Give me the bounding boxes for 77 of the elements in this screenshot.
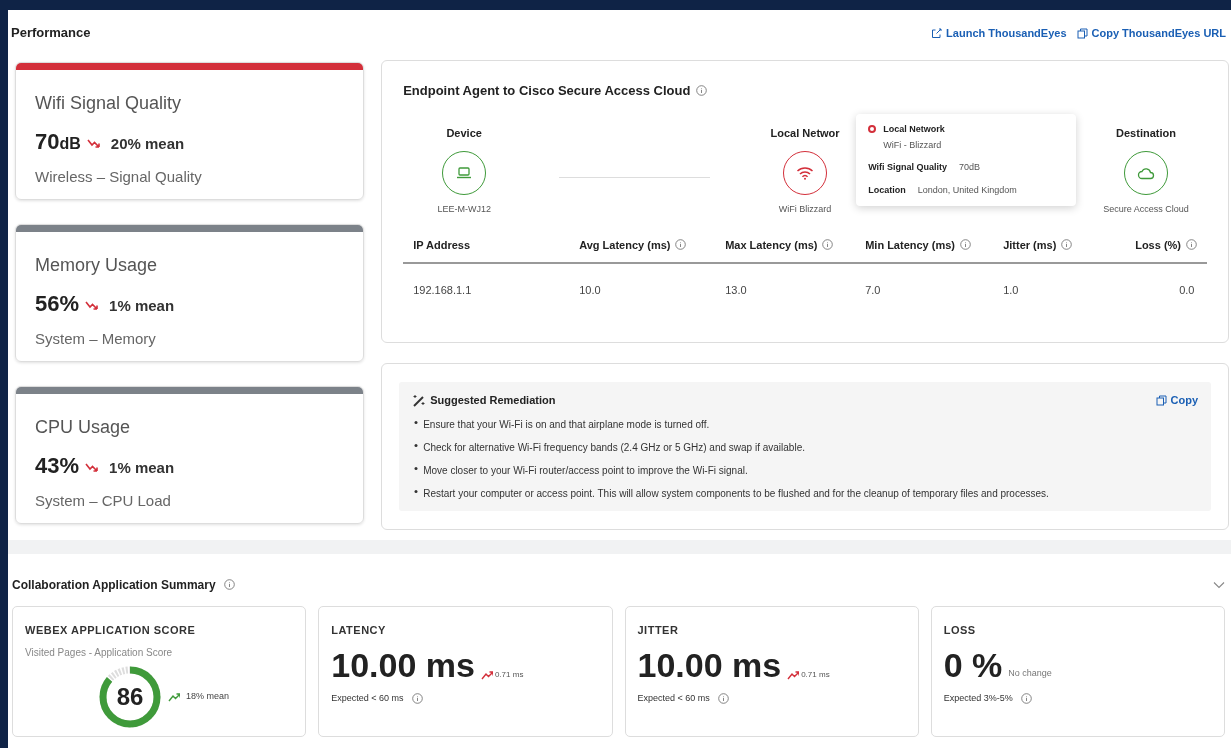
node-label: Device [446, 125, 482, 141]
copy-icon [1155, 394, 1167, 406]
link[interactable]: Copy ThousandEyes URL [1076, 24, 1226, 42]
score-gauge [98, 664, 162, 729]
trend-text: No change [1008, 667, 1052, 680]
table-cell: 10.0 [579, 284, 601, 296]
column-header: IP Address [413, 237, 470, 253]
trend-text: 18% mean [186, 689, 230, 703]
field-label: Location [868, 183, 906, 197]
expected-text: Expected < 60 ms [331, 691, 404, 705]
panel-title: Endpoint Agent to Cisco Secure Access Cloud [403, 82, 691, 100]
table-cell: 0.0 [1179, 284, 1195, 296]
trend-text: 0.71 ms [801, 668, 830, 681]
card-subtitle: System – CPU Load [35, 491, 172, 511]
node-caption: Secure Access Cloud [1103, 203, 1189, 216]
metric-value: 70dB [35, 128, 81, 156]
section-title: Collaboration Application Summary [12, 576, 216, 594]
column-header: Min Latency (ms) [865, 237, 955, 253]
column-header: Avg Latency (ms) [579, 237, 671, 253]
card-title: WEBEX APPLICATION SCORE [25, 623, 197, 638]
field-value: 70dB [959, 161, 981, 174]
remediation-item: Check for alternative Wi-Fi frequency bands (2.4 GHz or 5 GHz) and swap if available. [423, 440, 805, 455]
card-subtitle: System – Memory [35, 329, 157, 349]
link[interactable]: Launch ThousandEyes [931, 24, 1067, 42]
column-header: Loss (%) [1135, 237, 1181, 253]
field-label: Wifi Signal Quality [868, 161, 948, 174]
remediation-item: Ensure that your Wi-Fi is on and that airplane mode is turned off. [423, 417, 710, 432]
column-header: Jitter (ms) [1003, 237, 1057, 253]
metric-value: 10.00 ms [637, 647, 782, 682]
trend-text: 0.71 ms [494, 668, 524, 681]
tooltip-subtitle: WiFi - Blizzard [883, 138, 943, 152]
panel-title: Suggested Remediation [430, 393, 556, 408]
laptop-icon [456, 167, 473, 179]
score-value: 86 [116, 681, 144, 712]
expected-text: Expected < 60 ms [637, 691, 710, 705]
table-cell: 13.0 [725, 284, 747, 296]
cloud-icon [1137, 166, 1155, 180]
card-title: LATENCY [331, 623, 387, 638]
info-icon [411, 692, 423, 704]
card-subtitle: Visited Pages - Application Score [25, 645, 174, 660]
tooltip-title: Local Network [883, 123, 945, 136]
node-label: Local Networ [770, 125, 840, 141]
table-cell: 7.0 [865, 284, 881, 296]
metric-value: 56% [35, 290, 80, 318]
section-title: Performance [11, 24, 91, 43]
chevron-down-icon[interactable] [1213, 580, 1225, 589]
card-title: Wifi Signal Quality [35, 92, 183, 115]
info-icon [223, 579, 235, 590]
card-title: LOSS [943, 623, 977, 638]
remediation-item: Move closer to your Wi-Fi router/access point to improve the Wi-Fi signal. [423, 463, 748, 478]
magic-wand-icon [412, 393, 427, 407]
trend-text: 1% mean [109, 458, 175, 478]
copy-icon [1076, 27, 1088, 39]
field-value: London, United Kingdom [917, 183, 1017, 197]
card-title: Memory Usage [35, 254, 159, 277]
metric-value: 43% [35, 452, 80, 480]
metric-value: 10.00 ms [331, 647, 475, 682]
card-title: CPU Usage [35, 416, 132, 439]
info-icon [717, 692, 729, 704]
external-link-icon [931, 27, 943, 39]
node-caption: LEE-M-WJ12 [437, 203, 491, 216]
info-icon [1020, 692, 1032, 704]
metric-value: 0 % [943, 647, 1003, 682]
table-cell: 192.168.1.1 [413, 284, 472, 296]
trend-text: 20% mean [110, 134, 185, 154]
trend-text: 1% mean [109, 296, 175, 316]
node-caption: WiFi Blizzard [778, 203, 832, 216]
node-label: Destination [1116, 125, 1176, 141]
table-cell: 1.0 [1003, 284, 1019, 296]
copy-link[interactable]: Copy [1155, 392, 1198, 409]
card-subtitle: Wireless – Signal Quality [35, 167, 203, 187]
remediation-item: Restart your computer or access point. This will allow system components to be flushed and for the cleanup of temporary files and processes. [423, 486, 1049, 501]
expected-text: Expected 3%-5% [943, 691, 1013, 705]
wifi-icon [796, 166, 815, 180]
info-icon [696, 85, 708, 97]
card-title: JITTER [637, 623, 680, 638]
column-header: Max Latency (ms) [725, 237, 818, 253]
